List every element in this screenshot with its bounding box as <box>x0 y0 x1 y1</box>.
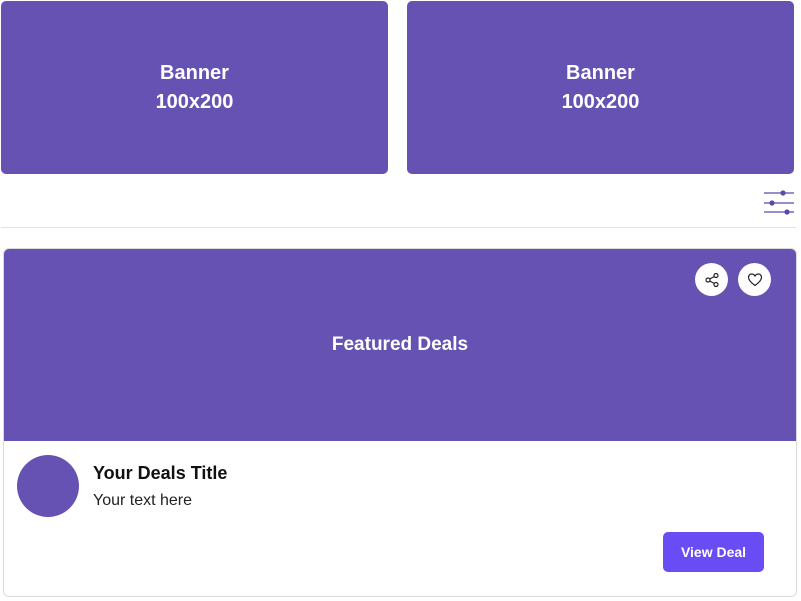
banner-right-title: Banner <box>566 61 635 84</box>
banner-right[interactable]: Banner 100x200 <box>407 1 794 174</box>
featured-deals-label: Featured Deals <box>331 334 469 355</box>
banner-left-title: Banner <box>160 61 229 84</box>
avatar <box>17 455 79 517</box>
page: Banner 100x200 Banner 100x200 Featured D… <box>0 0 801 601</box>
deal-title: Your Deals Title <box>93 463 228 483</box>
deal-card: Featured Deals Your Deals Title Your tex… <box>3 248 797 597</box>
filter-button[interactable] <box>762 188 796 218</box>
banner-right-size: 100x200 <box>561 90 640 113</box>
heart-icon <box>747 272 762 286</box>
share-icon <box>704 272 719 287</box>
banner-left-size: 100x200 <box>155 90 234 113</box>
sliders-icon <box>764 190 794 215</box>
deal-text: Your text here <box>93 492 193 509</box>
divider <box>1 227 796 228</box>
favorite-button[interactable] <box>738 263 771 296</box>
view-deal-button[interactable]: View Deal <box>663 532 764 572</box>
featured-deals-hero[interactable]: Featured Deals <box>4 249 796 441</box>
share-button[interactable] <box>695 263 728 296</box>
banner-left[interactable]: Banner 100x200 <box>1 1 388 174</box>
